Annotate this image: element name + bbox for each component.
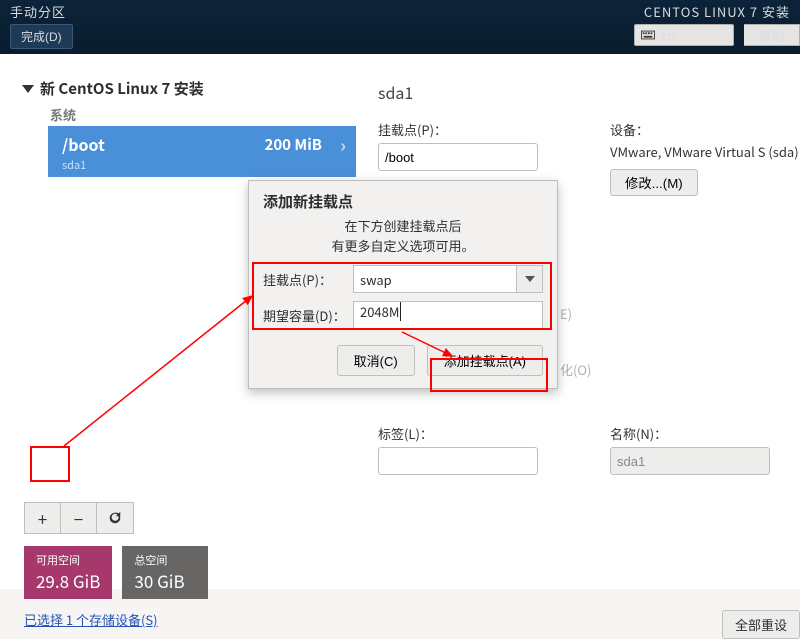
product-title: CENTOS LINUX 7 安装: [644, 2, 790, 21]
done-button[interactable]: 完成(D): [10, 24, 73, 49]
mountpoint-toolbar: + −: [24, 502, 134, 534]
device-label: 设备：: [610, 120, 800, 139]
dialog-mountpoint-combo[interactable]: swap: [353, 265, 543, 293]
volume-label-input[interactable]: [378, 447, 538, 475]
add-mountpoint-button[interactable]: +: [25, 503, 61, 533]
available-space-box: 可用空间 29.8 GiB: [24, 546, 112, 599]
mountpoint-row-boot[interactable]: /boot 200 MiB › sda1: [48, 126, 356, 177]
chevron-right-icon: ›: [340, 132, 346, 158]
dialog-capacity-input[interactable]: 2048M: [353, 301, 543, 329]
mountpoint-device: sda1: [62, 157, 342, 173]
reformat-suffix: 化(O): [560, 360, 591, 379]
reload-icon: [108, 511, 122, 525]
reset-all-button[interactable]: 全部重设: [722, 610, 800, 639]
keyboard-icon: [641, 30, 655, 40]
dialog-capacity-label: 期望容量(D)：: [263, 306, 353, 325]
total-space-value: 30 GiB: [134, 568, 196, 593]
combo-arrow-icon[interactable]: [516, 266, 542, 292]
mountpoint-input[interactable]: [378, 143, 538, 171]
name-input: [610, 447, 770, 475]
reload-button[interactable]: [97, 503, 133, 533]
volume-label-label: 标签(L)：: [378, 424, 538, 443]
keyboard-layout-value: cn: [661, 26, 676, 45]
storage-selected-link[interactable]: 已选择 1 个存储设备(S): [24, 610, 158, 629]
total-space-label: 总空间: [134, 552, 196, 568]
desired-capacity-suffix: E): [560, 304, 572, 323]
dialog-title: 添加新挂载点: [249, 181, 557, 216]
install-tree-root[interactable]: 新 CentOS Linux 7 安装: [22, 78, 356, 99]
dialog-message-line2: 有更多自定义选项可用。: [263, 236, 543, 256]
help-button[interactable]: 帮助: [744, 24, 800, 46]
remove-mountpoint-button[interactable]: −: [61, 503, 97, 533]
dialog-add-button[interactable]: 添加挂载点(A): [427, 345, 543, 376]
dialog-mountpoint-label: 挂载点(P)：: [263, 270, 353, 289]
keyboard-layout-selector[interactable]: cn: [634, 24, 734, 46]
name-label: 名称(N)：: [610, 424, 770, 443]
add-mountpoint-dialog: 添加新挂载点 在下方创建挂载点后 有更多自定义选项可用。 挂载点(P)： swa…: [248, 180, 558, 389]
device-text: VMware, VMware Virtual S (sda): [610, 143, 800, 161]
dialog-mountpoint-value: swap: [360, 270, 392, 289]
selected-device-heading: sda1: [378, 80, 800, 104]
page-title: 手动分区: [10, 2, 66, 21]
dialog-capacity-value: 2048M: [360, 302, 401, 321]
chevron-down-icon: [22, 85, 34, 93]
available-space-label: 可用空间: [36, 552, 100, 568]
modify-device-button[interactable]: 修改...(M): [610, 169, 698, 196]
mountpoint-size: 200 MiB: [264, 134, 322, 155]
available-space-value: 29.8 GiB: [36, 568, 100, 593]
dialog-message-line1: 在下方创建挂载点后: [263, 216, 543, 236]
tree-root-label: 新 CentOS Linux 7 安装: [40, 78, 204, 99]
mountpoint-label: 挂载点(P)：: [378, 120, 538, 139]
dialog-cancel-button[interactable]: 取消(C): [337, 345, 415, 376]
total-space-box: 总空间 30 GiB: [122, 546, 208, 599]
tree-section-system: 系统: [50, 105, 356, 124]
